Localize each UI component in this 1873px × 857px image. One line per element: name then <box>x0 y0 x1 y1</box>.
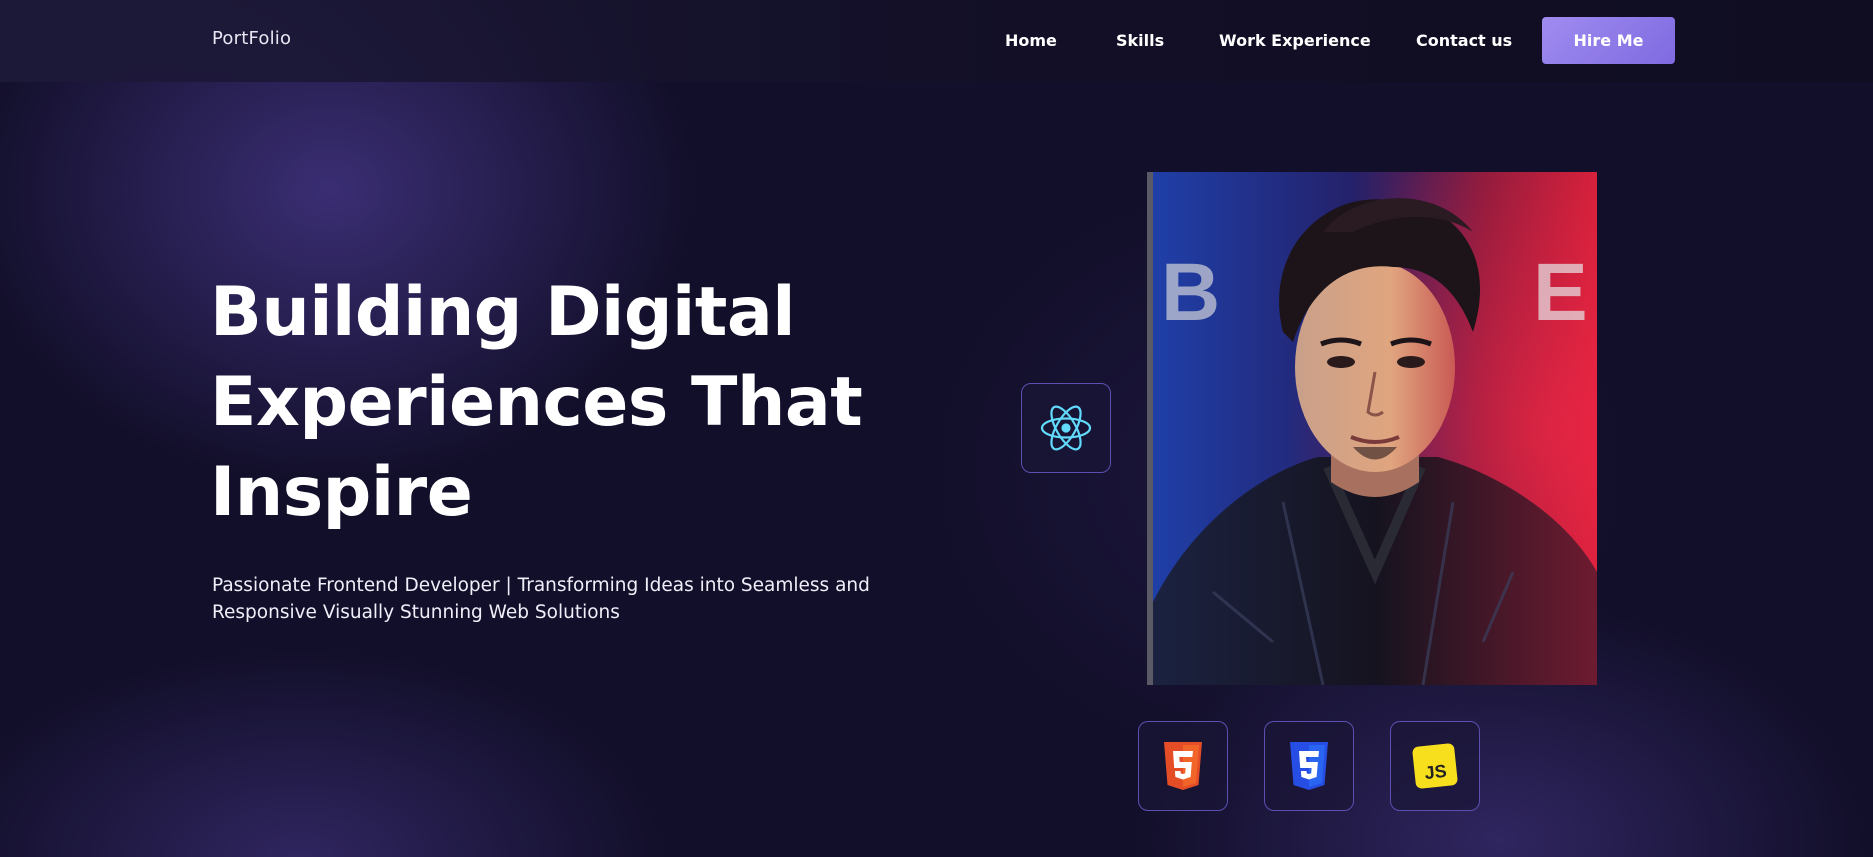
nav-link-work-experience[interactable]: Work Experience <box>1219 31 1371 50</box>
javascript-skill-tile: JS <box>1390 721 1480 811</box>
hero-title: Building Digital Experiences That Inspir… <box>210 268 910 538</box>
navbar: PortFolio Home Skills Work Experience Co… <box>0 0 1873 82</box>
css3-skill-tile <box>1264 721 1354 811</box>
hire-me-button[interactable]: Hire Me <box>1542 17 1675 64</box>
background-letter-e: E <box>1533 247 1588 338</box>
react-icon <box>1040 405 1092 451</box>
javascript-icon: JS <box>1412 743 1458 789</box>
hero-title-line: Building Digital <box>210 273 796 352</box>
javascript-icon-label: JS <box>1424 761 1448 783</box>
nav-link-home[interactable]: Home <box>1005 31 1057 50</box>
nav-link-skills[interactable]: Skills <box>1116 31 1164 50</box>
profile-photo-illustration: B E <box>1153 172 1597 685</box>
nav-link-contact-us[interactable]: Contact us <box>1416 31 1512 50</box>
hero-title-line: Inspire <box>210 453 473 532</box>
logo[interactable]: PortFolio <box>212 28 291 49</box>
html5-skill-tile <box>1138 721 1228 811</box>
html5-icon <box>1164 742 1202 790</box>
background-letter-b: B <box>1161 247 1220 338</box>
hero-subtitle: Passionate Frontend Developer | Transfor… <box>212 572 892 626</box>
css3-icon <box>1290 742 1328 790</box>
hero-subtitle-line: Responsive Visually Stunning Web Solutio… <box>212 602 620 623</box>
react-skill-tile <box>1021 383 1111 473</box>
hero-subtitle-line: Passionate Frontend Developer | Transfor… <box>212 575 870 596</box>
profile-photo: B E <box>1147 172 1597 685</box>
hero-title-line: Experiences That <box>210 363 863 442</box>
